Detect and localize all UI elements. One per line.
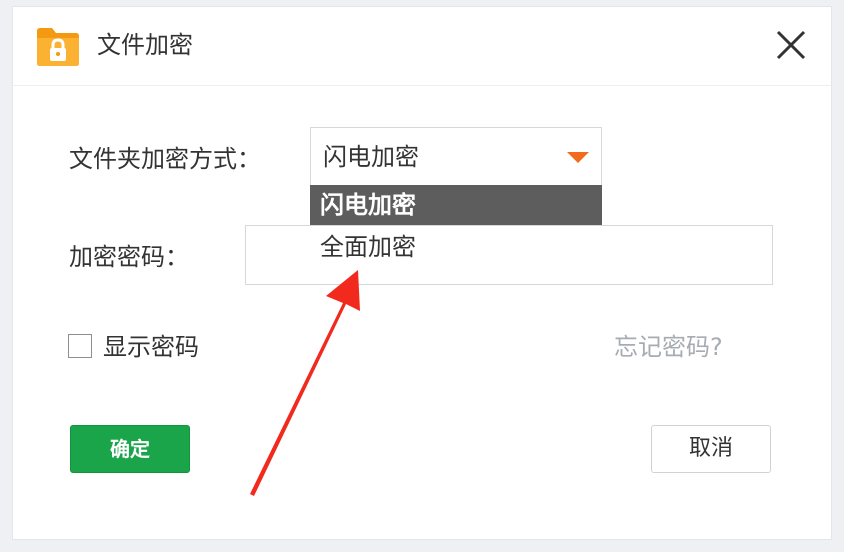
folder-lock-icon	[37, 28, 79, 66]
show-password-checkbox[interactable]	[68, 334, 92, 358]
option-lightning-encrypt[interactable]: 闪电加密	[310, 185, 602, 225]
forgot-password-link[interactable]: 忘记密码?	[614, 331, 723, 363]
close-icon[interactable]	[771, 25, 811, 65]
encrypt-dialog: 文件加密 文件夹加密方式： 闪电加密 加密密码： 闪电加密 全面加密 显示密码 …	[12, 6, 832, 540]
dialog-title: 文件加密	[97, 31, 193, 59]
option-full-encrypt[interactable]: 全面加密	[310, 227, 602, 267]
ok-button[interactable]: 确定	[70, 425, 190, 473]
title-bar: 文件加密	[13, 7, 831, 86]
encryption-method-value: 闪电加密	[323, 143, 419, 171]
caret-down-icon	[567, 152, 589, 163]
show-password-label[interactable]: 显示密码	[103, 331, 199, 363]
password-label: 加密密码：	[69, 243, 189, 271]
encryption-method-dropdown: 闪电加密 全面加密	[310, 185, 602, 267]
encryption-method-select[interactable]: 闪电加密	[310, 127, 602, 187]
encryption-method-label: 文件夹加密方式：	[69, 145, 261, 173]
cancel-button[interactable]: 取消	[651, 425, 771, 473]
